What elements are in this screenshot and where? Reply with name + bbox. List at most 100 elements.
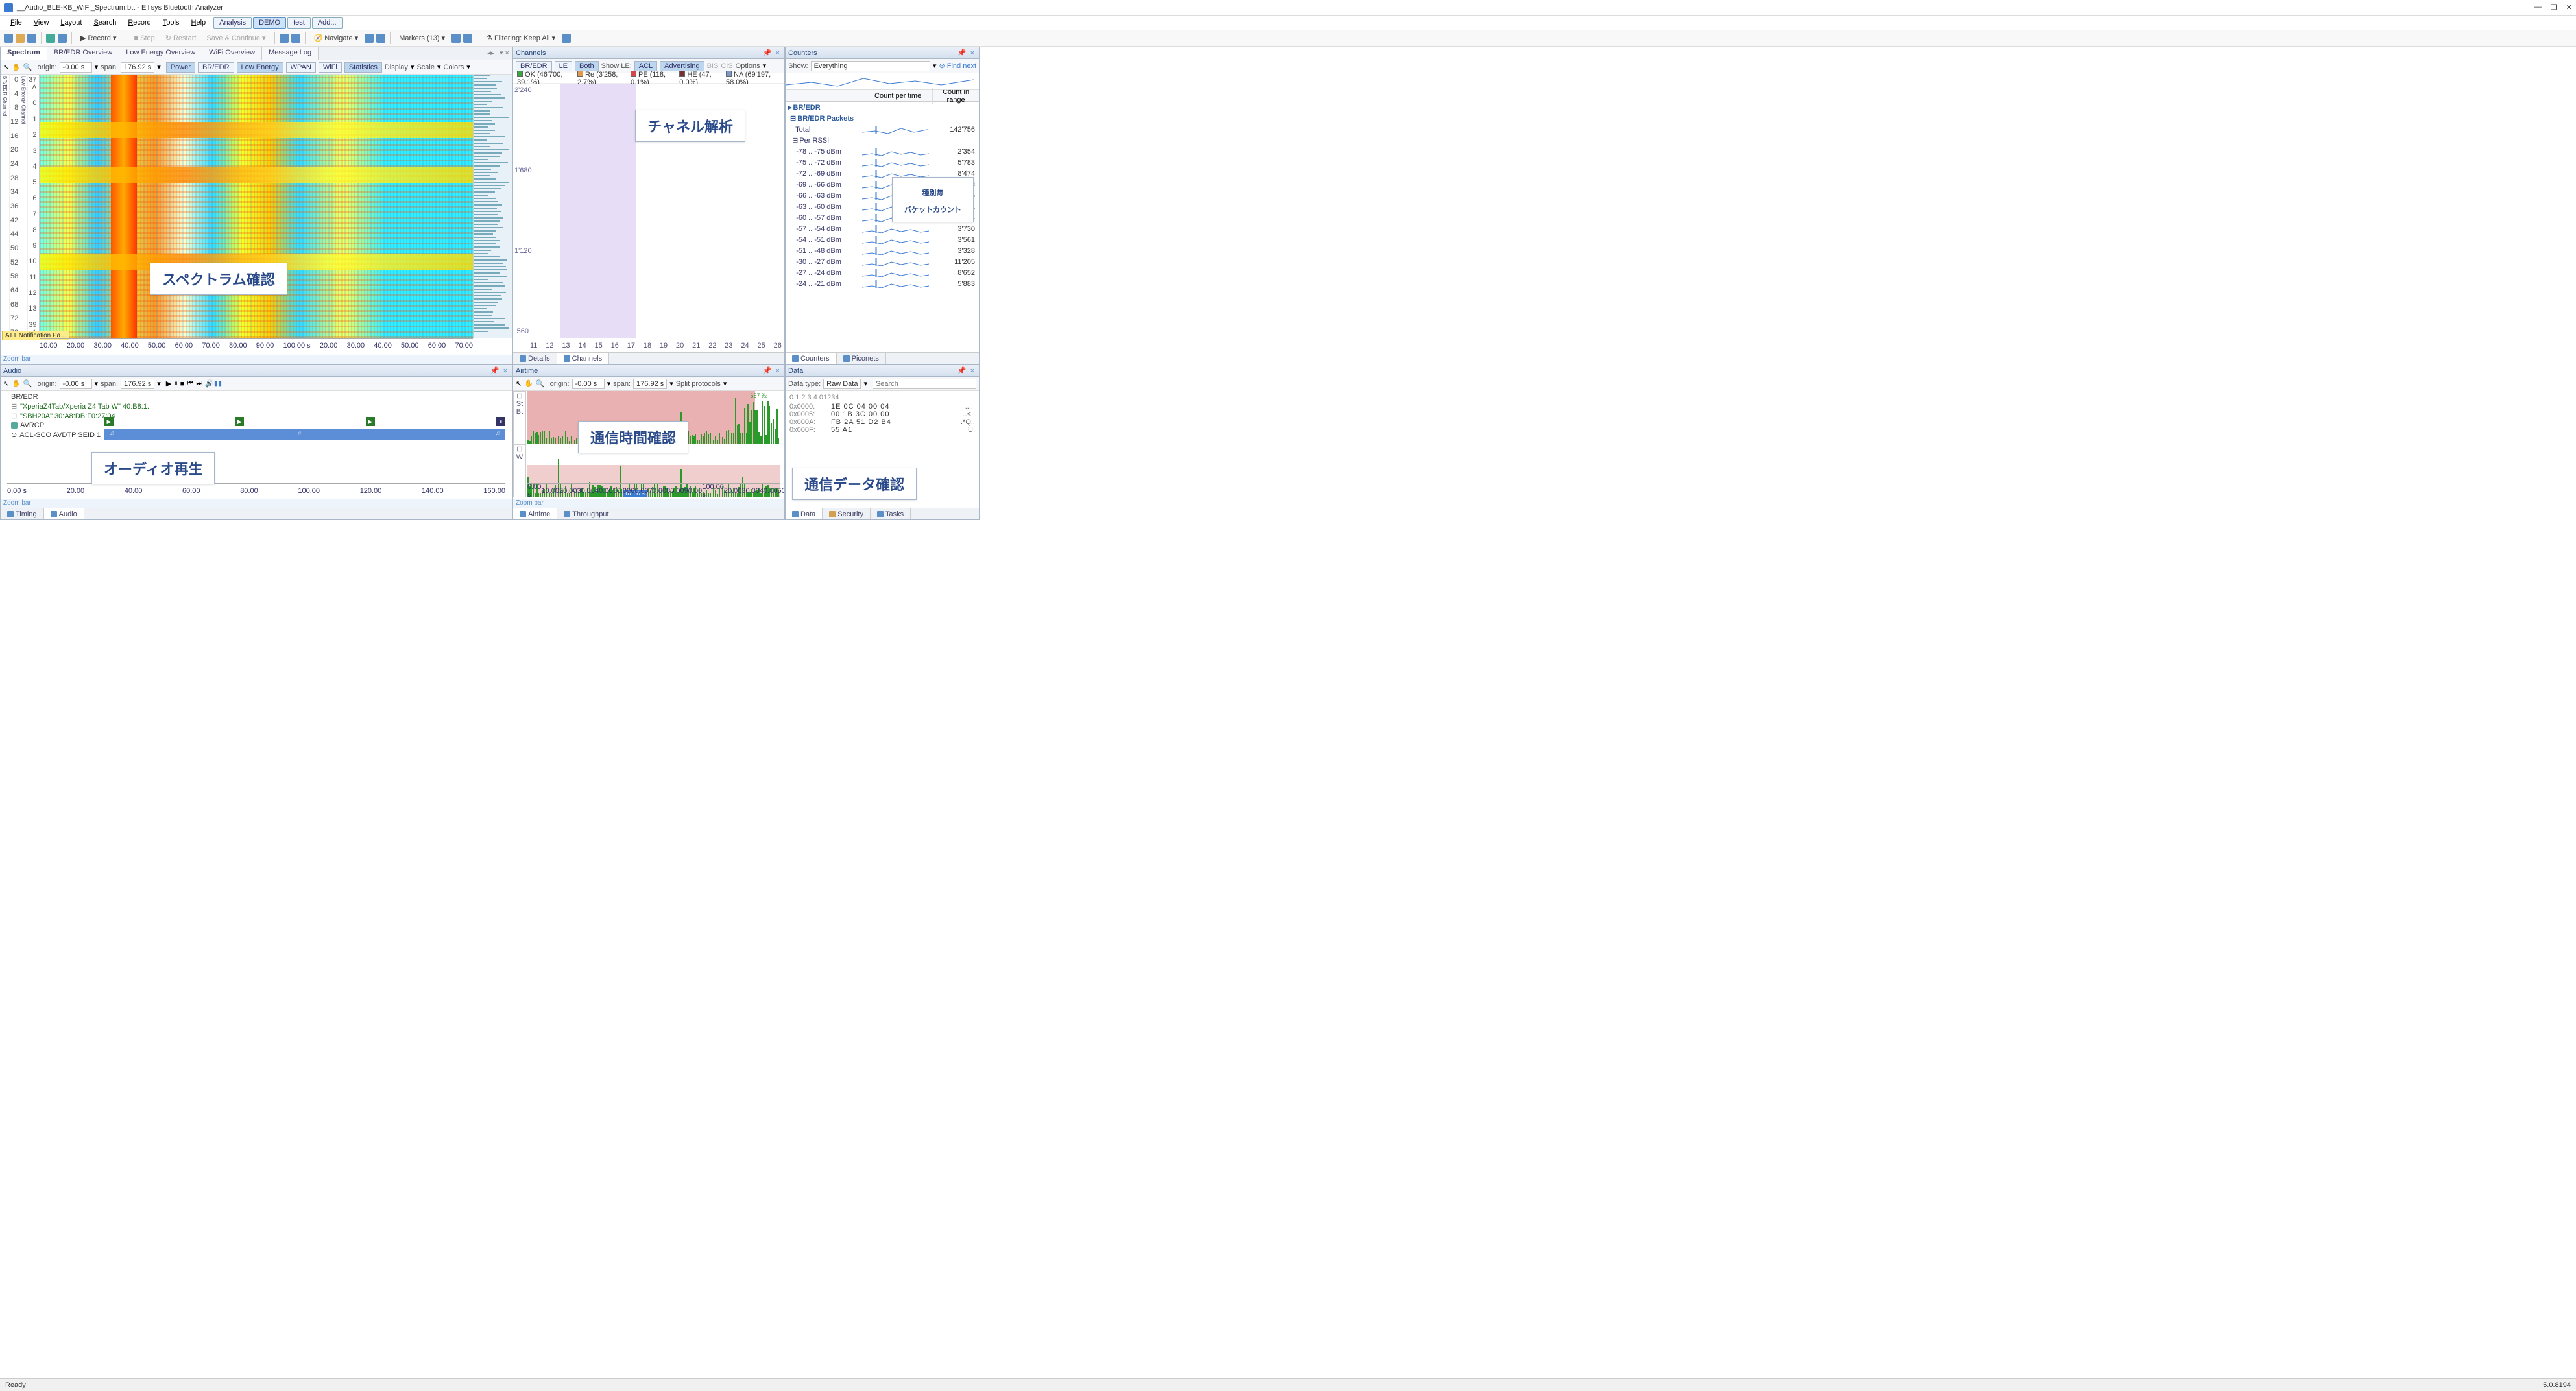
ch-acl[interactable]: ACL <box>634 61 657 71</box>
record-button[interactable]: ▶ Record ▾ <box>77 32 120 43</box>
pin-icon[interactable]: 📌 <box>488 366 501 375</box>
mode-demo[interactable]: DEMO <box>253 17 286 29</box>
stop-button[interactable]: ■ Stop <box>130 33 158 43</box>
close-icon[interactable]: × <box>774 49 782 57</box>
mode-add[interactable]: Add... <box>312 17 343 29</box>
cursor-icon[interactable]: ↖ <box>3 63 9 71</box>
menu-file[interactable]: File <box>5 18 27 28</box>
menu-layout[interactable]: Layout <box>55 18 87 28</box>
show-value[interactable]: Everything <box>811 61 930 71</box>
toggle-wpan[interactable]: WPAN <box>286 62 316 73</box>
hand-icon[interactable]: ✋ <box>12 379 21 388</box>
ch-advertising[interactable]: Advertising <box>660 61 704 71</box>
toggle-power[interactable]: Power <box>166 62 195 73</box>
audio-root[interactable]: BR/EDR <box>2 392 511 401</box>
maximize-button[interactable]: ❐ <box>2551 3 2557 12</box>
btab-details[interactable]: Details <box>513 353 557 364</box>
close-icon[interactable]: × <box>501 367 509 375</box>
zoom-icon[interactable]: 🔍 <box>23 63 32 71</box>
toggle-lowenergy[interactable]: Low Energy <box>237 62 283 73</box>
audio-span[interactable]: 176.92 s <box>121 379 154 389</box>
lane-st[interactable]: ⊟StBt <box>513 391 526 444</box>
ch-both[interactable]: Both <box>575 61 599 71</box>
tab-nav-left[interactable]: ◂▸ <box>485 47 497 60</box>
colors-menu[interactable]: Colors <box>444 64 464 71</box>
navigate-button[interactable]: 🧭 Navigate ▾ <box>310 32 363 43</box>
menu-search[interactable]: Search <box>88 18 121 28</box>
new-icon[interactable] <box>4 34 13 43</box>
track-play-2[interactable]: ▶ <box>235 417 244 426</box>
airtime-split[interactable]: Split protocols <box>676 380 721 388</box>
tab-spectrum[interactable]: Spectrum <box>1 47 47 60</box>
tab-le-overview[interactable]: Low Energy Overview <box>119 47 202 60</box>
menu-help[interactable]: Help <box>186 18 211 28</box>
tool-icon-1[interactable] <box>280 34 289 43</box>
menu-tools[interactable]: Tools <box>158 18 185 28</box>
close-button[interactable]: ✕ <box>2566 3 2572 12</box>
btab-timing[interactable]: Timing <box>1 508 44 519</box>
toggle-statistics[interactable]: Statistics <box>344 62 382 73</box>
btab-audio[interactable]: Audio <box>44 508 84 519</box>
zoom-bar[interactable]: Zoom bar <box>1 355 512 364</box>
markers-button[interactable]: Markers (13) ▾ <box>395 32 449 43</box>
pin-icon[interactable]: 📌 <box>761 366 774 375</box>
menu-record[interactable]: Record <box>123 18 156 28</box>
filtering-button[interactable]: ⚗ Filtering: Keep All ▾ <box>482 32 559 43</box>
pin-icon[interactable]: 📌 <box>761 49 774 57</box>
nav-icon-2[interactable] <box>376 34 385 43</box>
airtime-span[interactable]: 176.92 s <box>633 379 667 389</box>
airtime-origin[interactable]: -0.00 s <box>572 379 605 389</box>
cursor-icon[interactable]: ↖ <box>3 379 9 388</box>
menu-view[interactable]: View <box>29 18 54 28</box>
spectrum-heatmap[interactable] <box>40 75 473 338</box>
audio-device-1[interactable]: ⊟"XperiaZ4Tab/Xperia Z4 Tab W" 40:B8:1..… <box>2 401 511 411</box>
track-play-1[interactable]: ▶ <box>104 417 114 426</box>
scale-menu[interactable]: Scale <box>416 64 435 71</box>
export-icon[interactable] <box>58 34 67 43</box>
pin-icon[interactable]: 📌 <box>956 49 969 57</box>
restart-button[interactable]: ↻ Restart <box>162 32 200 43</box>
play-icon[interactable]: ▶ <box>166 379 171 388</box>
toggle-wifi[interactable]: WiFi <box>319 62 342 73</box>
ch-le[interactable]: LE <box>555 61 572 71</box>
btab-throughput[interactable]: Throughput <box>557 508 616 519</box>
marker-icon-1[interactable] <box>451 34 461 43</box>
tab-dropdown[interactable]: ▾ × <box>497 47 512 60</box>
btab-channels[interactable]: Channels <box>557 353 609 364</box>
save-continue-button[interactable]: Save & Continue ▾ <box>202 32 269 43</box>
volume-icon[interactable]: 🔊▮▮ <box>205 379 222 388</box>
data-search[interactable] <box>873 379 976 389</box>
filter-icon[interactable] <box>562 34 571 43</box>
zoom-icon[interactable]: 🔍 <box>23 379 32 388</box>
audio-zoombar[interactable]: Zoom bar <box>1 499 512 508</box>
btab-tasks[interactable]: Tasks <box>871 508 911 519</box>
mode-analysis[interactable]: Analysis <box>213 17 252 29</box>
lane-w[interactable]: ⊟W <box>513 444 526 497</box>
pause-icon[interactable]: ⏸ <box>174 379 178 388</box>
apply-icon[interactable] <box>46 34 55 43</box>
btab-data[interactable]: Data <box>786 508 823 519</box>
audio-origin[interactable]: -0.00 s <box>60 379 92 389</box>
tab-bredr-overview[interactable]: BR/EDR Overview <box>47 47 119 60</box>
pin-icon[interactable]: 📌 <box>956 366 969 375</box>
ch-options[interactable]: Options <box>736 62 760 70</box>
per-rssi[interactable]: Per RSSI <box>799 137 829 145</box>
btab-counters[interactable]: Counters <box>786 353 837 364</box>
open-icon[interactable] <box>16 34 25 43</box>
track-pause[interactable]: ⏸ <box>496 417 505 426</box>
tab-wifi-overview[interactable]: WiFi Overview <box>202 47 262 60</box>
nav-icon-1[interactable] <box>365 34 374 43</box>
btab-security[interactable]: Security <box>823 508 871 519</box>
btab-piconets[interactable]: Piconets <box>837 353 886 364</box>
prev-icon[interactable]: ⏮ <box>187 379 193 388</box>
tab-message-log[interactable]: Message Log <box>262 47 319 60</box>
subsection-packets[interactable]: BR/EDR Packets <box>797 115 854 123</box>
origin-value[interactable]: -0.00 s <box>60 62 92 73</box>
close-icon[interactable]: × <box>774 367 782 375</box>
cursor-icon[interactable]: ↖ <box>516 379 522 388</box>
track-play-3[interactable]: ▶ <box>366 417 375 426</box>
hand-icon[interactable]: ✋ <box>524 379 533 388</box>
ch-bredr[interactable]: BR/EDR <box>516 61 552 71</box>
tool-icon-2[interactable] <box>291 34 300 43</box>
marker-icon-2[interactable] <box>463 34 472 43</box>
